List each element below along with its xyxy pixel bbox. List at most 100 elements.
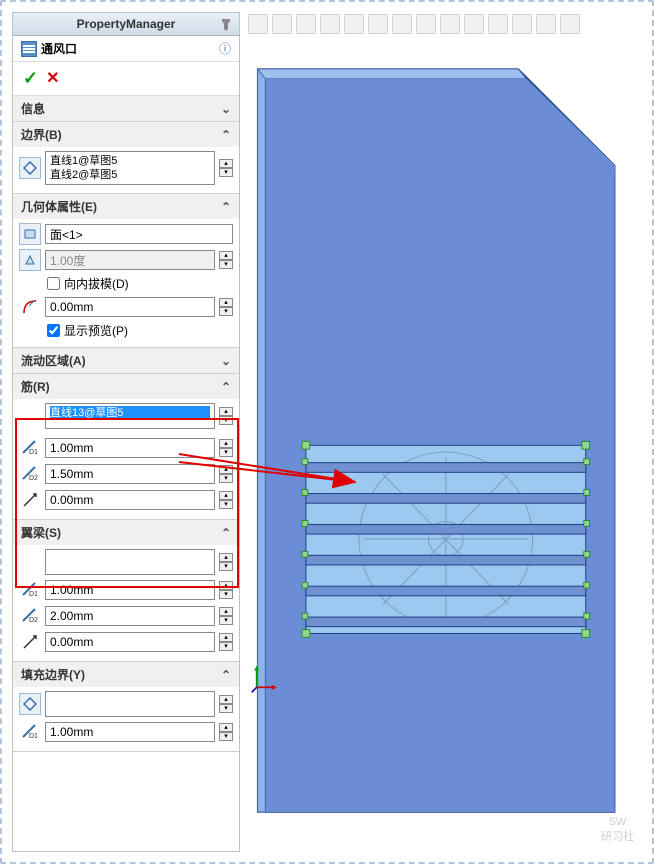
chevron-up-icon: ⌃: [221, 380, 231, 394]
spinner[interactable]: ▴▾: [219, 298, 233, 316]
toolbar-button[interactable]: [560, 14, 580, 34]
toolbar-button[interactable]: [392, 14, 412, 34]
fill-boundary-listbox[interactable]: [45, 691, 215, 717]
draft-inward-checkbox[interactable]: [47, 277, 60, 290]
show-preview-label: 显示预览(P): [64, 322, 128, 339]
draft-angle-input: [45, 250, 215, 270]
toolbar-button[interactable]: [248, 14, 268, 34]
spinner[interactable]: ▴▾: [219, 581, 233, 599]
d2-icon: D2: [19, 463, 41, 485]
section-header-fill-boundary[interactable]: 填充边界(Y) ⌃: [13, 662, 239, 687]
property-manager-panel: PropertyManager 通风口 ⓘ ✓ ✕ 信息 ⌄: [12, 12, 240, 852]
viewport-toolbar: [248, 12, 634, 36]
watermark: SW 研习社: [601, 816, 634, 844]
arrow-annotation: [177, 440, 367, 500]
svg-text:D2: D2: [29, 475, 38, 482]
face-input[interactable]: [45, 224, 233, 244]
boundary-listbox[interactable]: 直线1@草图5 直线2@草图5: [45, 151, 215, 185]
section-flow-area: 流动区域(A) ⌄: [13, 348, 239, 374]
list-item-selected[interactable]: 直线13@草图5: [50, 406, 210, 420]
section-title-fill-boundary: 填充边界(Y): [21, 666, 85, 683]
section-title-ribs: 筋(R): [21, 378, 50, 395]
blank-icon: [19, 551, 41, 573]
list-item[interactable]: 直线1@草图5: [50, 154, 210, 168]
section-title-flow-area: 流动区域(A): [21, 352, 86, 369]
toolbar-button[interactable]: [272, 14, 292, 34]
section-header-info[interactable]: 信息 ⌄: [13, 96, 239, 121]
toolbar-button[interactable]: [296, 14, 316, 34]
section-header-geometry[interactable]: 几何体属性(E) ⌃: [13, 194, 239, 219]
spinner[interactable]: ▴▾: [219, 607, 233, 625]
section-header-ribs[interactable]: 筋(R) ⌃: [13, 374, 239, 399]
svg-text:D2: D2: [29, 617, 38, 624]
3d-viewport[interactable]: [240, 12, 642, 852]
diamond-icon: [19, 693, 41, 715]
d2-icon: D2: [19, 605, 41, 627]
draft-inward-label: 向内拔模(D): [64, 275, 129, 292]
face-icon: [19, 223, 41, 245]
toolbar-button[interactable]: [344, 14, 364, 34]
diamond-icon: [19, 157, 41, 179]
ok-button[interactable]: ✓: [23, 68, 38, 89]
chevron-down-icon: ⌄: [221, 102, 231, 116]
section-geometry: 几何体属性(E) ⌃ ▴▾: [13, 194, 239, 348]
ribs-listbox[interactable]: 直线13@草图5: [45, 403, 215, 429]
section-boundary: 边界(B) ⌃ 直线1@草图5 直线2@草图5 ▴▾: [13, 122, 239, 194]
spinner[interactable]: ▴▾: [219, 159, 233, 177]
chevron-up-icon: ⌃: [221, 526, 231, 540]
offset-icon: [19, 631, 41, 653]
cancel-button[interactable]: ✕: [46, 68, 59, 89]
toolbar-button[interactable]: [320, 14, 340, 34]
section-info: 信息 ⌄: [13, 96, 239, 122]
toolbar-button[interactable]: [512, 14, 532, 34]
spinner[interactable]: ▴▾: [219, 695, 233, 713]
3d-model[interactable]: [248, 40, 634, 831]
section-header-boundary[interactable]: 边界(B) ⌃: [13, 122, 239, 147]
fill-d1-input[interactable]: [45, 722, 215, 742]
feature-header: 通风口 ⓘ: [13, 36, 239, 62]
section-spars: 翼梁(S) ⌃ ▴▾ D1 ▴▾: [13, 520, 239, 662]
toolbar-button[interactable]: [536, 14, 556, 34]
svg-text:D1: D1: [29, 449, 38, 456]
section-header-spars[interactable]: 翼梁(S) ⌃: [13, 520, 239, 545]
coordinate-triad: [250, 664, 280, 694]
draft-icon: [19, 249, 41, 271]
svg-text:D1: D1: [29, 733, 38, 740]
spinner: ▴▾: [219, 251, 233, 269]
chevron-down-icon: ⌄: [221, 354, 231, 368]
section-fill-boundary: 填充边界(Y) ⌃ ▴▾ D1: [13, 662, 239, 752]
spars-d1-input[interactable]: [45, 580, 215, 600]
watermark-line1: SW: [601, 816, 634, 828]
spars-listbox[interactable]: [45, 549, 215, 575]
panel-title-bar: PropertyManager: [13, 13, 239, 36]
section-header-flow-area[interactable]: 流动区域(A) ⌄: [13, 348, 239, 373]
spinner[interactable]: ▴▾: [219, 407, 233, 425]
spars-offset-input[interactable]: [45, 632, 215, 652]
chevron-up-icon: ⌃: [221, 200, 231, 214]
toolbar-button[interactable]: [464, 14, 484, 34]
d1-icon: D1: [19, 579, 41, 601]
spinner[interactable]: ▴▾: [219, 633, 233, 651]
offset-icon: [19, 489, 41, 511]
feature-icon: [21, 41, 37, 57]
toolbar-button[interactable]: [488, 14, 508, 34]
help-icon[interactable]: ⓘ: [219, 40, 231, 57]
d1-icon: D1: [19, 721, 41, 743]
feature-name: 通风口: [41, 40, 219, 57]
blank-icon: [19, 405, 41, 427]
chevron-up-icon: ⌃: [221, 128, 231, 142]
section-title-boundary: 边界(B): [21, 126, 62, 143]
spinner[interactable]: ▴▾: [219, 723, 233, 741]
toolbar-button[interactable]: [368, 14, 388, 34]
toolbar-button[interactable]: [440, 14, 460, 34]
toolbar-button[interactable]: [416, 14, 436, 34]
offset-input[interactable]: [45, 297, 215, 317]
show-preview-checkbox[interactable]: [47, 324, 60, 337]
spars-d2-input[interactable]: [45, 606, 215, 626]
pin-icon[interactable]: [219, 17, 233, 34]
action-row: ✓ ✕: [13, 62, 239, 96]
panel-title-text: PropertyManager: [77, 17, 176, 31]
list-item[interactable]: 直线2@草图5: [50, 168, 210, 182]
spinner[interactable]: ▴▾: [219, 553, 233, 571]
svg-text:D1: D1: [29, 591, 38, 598]
